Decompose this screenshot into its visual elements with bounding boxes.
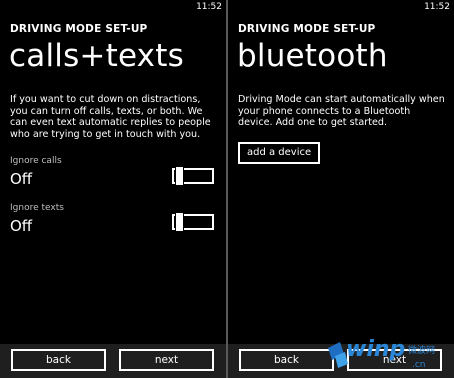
toggle-thumb[interactable] bbox=[175, 212, 184, 232]
next-button[interactable]: next bbox=[119, 349, 214, 371]
watermark-text: winp bbox=[346, 337, 406, 362]
ignore-calls-label: Ignore calls bbox=[10, 156, 62, 166]
ignore-texts-toggle[interactable] bbox=[172, 212, 214, 232]
back-button[interactable]: back bbox=[239, 349, 334, 371]
status-time: 11:52 bbox=[196, 2, 222, 12]
page-title: bluetooth bbox=[237, 38, 388, 74]
watermark-domain: .cn bbox=[412, 360, 426, 370]
app-bar: back next bbox=[0, 344, 226, 378]
description: Driving Mode can start automatically whe… bbox=[238, 94, 445, 129]
ignore-texts-label: Ignore texts bbox=[10, 203, 64, 213]
watermark-cn: 微波网 bbox=[408, 346, 436, 356]
bluetooth-screen: 11:52 DRIVING MODE SET-UP bluetooth Driv… bbox=[228, 0, 454, 378]
ignore-calls-toggle[interactable] bbox=[172, 166, 214, 186]
calls-texts-screen: 11:52 DRIVING MODE SET-UP calls+texts If… bbox=[0, 0, 226, 378]
app-title: DRIVING MODE SET-UP bbox=[238, 23, 376, 35]
toggle-thumb[interactable] bbox=[175, 166, 184, 186]
page-title: calls+texts bbox=[9, 38, 184, 74]
status-time: 11:52 bbox=[424, 2, 450, 12]
ignore-texts-value: Off bbox=[10, 217, 33, 235]
back-button[interactable]: back bbox=[11, 349, 106, 371]
ignore-calls-value: Off bbox=[10, 170, 33, 188]
description: If you want to cut down on distractions,… bbox=[10, 94, 211, 140]
add-device-button[interactable]: add a device bbox=[238, 142, 321, 164]
app-title: DRIVING MODE SET-UP bbox=[10, 23, 148, 35]
